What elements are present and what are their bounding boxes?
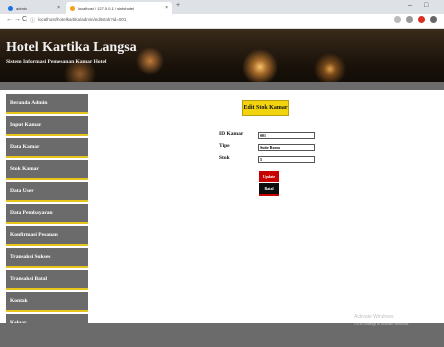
maximize-icon[interactable]: □ [424, 2, 428, 9]
url-field[interactable]: localhost/hotelkartika/admin/editstok?id… [38, 17, 126, 22]
update-button[interactable]: Update [259, 171, 279, 182]
globe-icon [8, 5, 13, 11]
extension-icon[interactable] [406, 16, 413, 23]
id-kamar-field[interactable]: 001 [258, 132, 315, 139]
tab-label: admin [16, 5, 27, 11]
site-footer: Activate Windows Go to Settings to activ… [0, 314, 444, 347]
menu-icon[interactable] [430, 16, 437, 23]
star-icon[interactable] [394, 16, 401, 23]
browser-tab-bar: admin × localhost / 127.0.0.1 / sisfohot… [0, 0, 444, 14]
batal-button[interactable]: Batal [259, 183, 279, 196]
sidebar-menu: Beranda Admin Input Kamar Data Kamar Sto… [6, 94, 88, 336]
tipe-label: Tipe [219, 143, 230, 149]
page-title: Edit Stok Kamar [242, 100, 289, 116]
activate-windows-title: Activate Windows [354, 314, 394, 320]
sidebar-item-konfirmasi-pesanan[interactable]: Konfirmasi Pesanan [6, 226, 88, 246]
tab-phpmyadmin[interactable]: localhost / 127.0.0.1 / sisfohotel × [66, 2, 172, 14]
sidebar-item-data-kamar[interactable]: Data Kamar [6, 138, 88, 158]
site-subtitle: Sistem Informasi Pemesanan Kamar Hotel [6, 59, 107, 65]
sidebar-item-data-user[interactable]: Data User [6, 182, 88, 202]
sidebar-item-transaksi-sukses[interactable]: Transaksi Sukses [6, 248, 88, 268]
close-icon[interactable]: × [57, 5, 60, 11]
address-bar-row: ← → C ⓘ localhost/hotelkartika/admin/edi… [0, 14, 444, 29]
tipe-field[interactable]: Suite Room [258, 144, 315, 151]
new-tab-button[interactable]: + [176, 2, 180, 9]
sidebar-item-input-kamar[interactable]: Input Kamar [6, 116, 88, 136]
sidebar-item-data-pembayaran[interactable]: Data Pembayaran [6, 204, 88, 224]
site-title: Hotel Kartika Langsa [6, 40, 137, 55]
sidebar-item-transaksi-batal[interactable]: Transaksi Batal [6, 270, 88, 290]
activate-windows-hint: Go to Settings to activate Windows. [354, 322, 410, 326]
stok-label: Stok [219, 155, 230, 161]
tab-admin[interactable]: admin × [4, 2, 64, 14]
profile-icon[interactable] [418, 16, 425, 23]
site-header: Hotel Kartika Langsa Sistem Informasi Pe… [0, 29, 444, 90]
id-kamar-label: ID Kamar [219, 131, 244, 137]
reload-icon[interactable]: C [22, 16, 27, 23]
close-icon[interactable]: × [165, 5, 168, 11]
stok-field[interactable]: 5 [258, 156, 315, 163]
main-content: Edit Stok Kamar ID Kamar 001 Tipe Suite … [95, 94, 435, 319]
header-divider [0, 82, 444, 90]
minimize-icon[interactable]: – [408, 2, 412, 9]
forward-icon[interactable]: → [14, 16, 21, 23]
back-icon[interactable]: ← [6, 16, 13, 23]
sidebar-item-beranda-admin[interactable]: Beranda Admin [6, 94, 88, 114]
info-icon[interactable]: ⓘ [30, 17, 35, 24]
sidebar-item-kontak[interactable]: Kontak [6, 292, 88, 312]
sidebar-item-stok-kamar[interactable]: Stok Kamar [6, 160, 88, 180]
tab-label: localhost / 127.0.0.1 / sisfohotel [78, 5, 135, 11]
phpmyadmin-icon [70, 5, 75, 11]
